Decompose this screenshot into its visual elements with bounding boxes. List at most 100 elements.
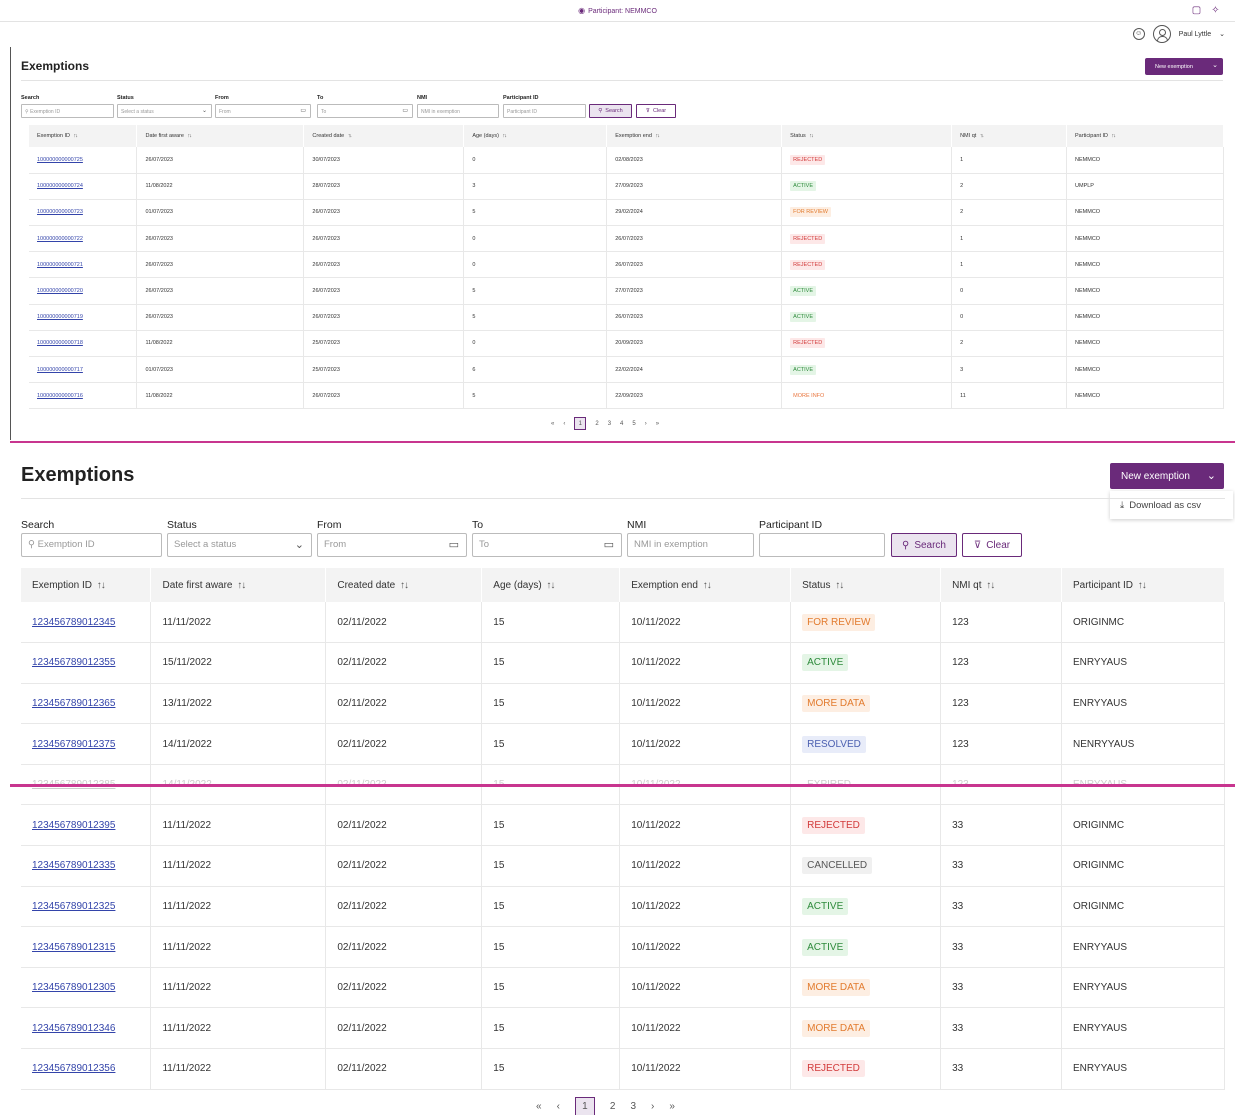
table-row[interactable]: 100000000000722 26/07/2023 26/07/2023 0 26/0… bbox=[29, 225, 1224, 253]
face-icon[interactable]: ☺ bbox=[1132, 28, 1145, 40]
search-input[interactable]: ⚲ Exemption ID bbox=[21, 533, 162, 557]
sort-icon[interactable]: ↑↓ bbox=[809, 133, 814, 139]
table-row[interactable]: 123456789012325 11/11/2022 02/11/2022 15 10/… bbox=[21, 886, 1226, 928]
exemption-id-link[interactable]: 100000000000717 bbox=[37, 367, 83, 373]
calendar-icon[interactable]: ▭ bbox=[402, 107, 408, 114]
sort-icon[interactable]: ↑↓ bbox=[833, 580, 844, 591]
status-select[interactable]: Select a status ⌄ bbox=[117, 104, 212, 118]
sort-icon[interactable]: ↑↓ bbox=[701, 580, 712, 591]
sort-icon[interactable]: ↑↓ bbox=[655, 133, 660, 139]
exemption-id-link[interactable]: 123456789012325 bbox=[32, 901, 115, 912]
sort-icon[interactable]: ↑↓ bbox=[95, 580, 106, 591]
page-button[interactable]: 1 bbox=[574, 417, 587, 430]
search-button[interactable]: ⚲ Search bbox=[891, 533, 957, 557]
column-header[interactable]: NMI qt ↑↓ bbox=[940, 568, 1062, 602]
first-page-icon[interactable]: « bbox=[551, 421, 554, 427]
page-button[interactable]: 4 bbox=[620, 421, 623, 427]
first-page-icon[interactable]: « bbox=[536, 1101, 542, 1112]
exemption-id-link[interactable]: 123456789012335 bbox=[32, 860, 115, 871]
download-csv-menu-item[interactable]: ⤓ Download as csv bbox=[1110, 491, 1233, 519]
exemption-id-link[interactable]: 123456789012346 bbox=[32, 1023, 115, 1034]
to-date-input[interactable]: To ▭ bbox=[472, 533, 622, 557]
calendar-icon[interactable]: ▭ bbox=[449, 538, 459, 551]
to-date-input[interactable]: To ▭ bbox=[317, 104, 413, 118]
column-header[interactable]: Date first aware ↑↓ bbox=[150, 568, 327, 602]
table-row[interactable]: 100000000000721 26/07/2023 26/07/2023 0 26/0… bbox=[29, 251, 1224, 279]
last-page-icon[interactable]: » bbox=[656, 421, 659, 427]
table-row[interactable]: 123456789012335 11/11/2022 02/11/2022 15 10/… bbox=[21, 845, 1226, 887]
column-header[interactable]: Age (days) ↑↓ bbox=[481, 568, 621, 602]
calendar-icon[interactable]: ▭ bbox=[604, 538, 614, 551]
exemption-id-link[interactable]: 100000000000721 bbox=[37, 262, 83, 268]
clear-button[interactable]: ⊽ Clear bbox=[636, 104, 676, 118]
from-date-input[interactable]: From ▭ bbox=[317, 533, 467, 557]
table-row[interactable]: 123456789012345 11/11/2022 02/11/2022 15 10/… bbox=[21, 602, 1226, 644]
column-header[interactable]: NMI qt ↑↓ bbox=[951, 125, 1068, 147]
last-page-icon[interactable]: » bbox=[669, 1101, 675, 1112]
exemption-id-link[interactable]: 100000000000716 bbox=[37, 393, 83, 399]
column-header[interactable]: Exemption ID ↑↓ bbox=[21, 568, 152, 602]
column-header[interactable]: Created date ↑↓ bbox=[325, 568, 483, 602]
sort-icon[interactable]: ↑↓ bbox=[1136, 580, 1147, 591]
column-header[interactable]: Exemption ID ↑↓ bbox=[29, 125, 138, 147]
new-exemption-button[interactable]: New exemption ⌄ bbox=[1145, 58, 1223, 75]
participant-id-input[interactable]: Participant ID bbox=[503, 104, 586, 118]
exemption-id-link[interactable]: 100000000000718 bbox=[37, 340, 83, 346]
participant-id-input[interactable] bbox=[759, 533, 885, 557]
exemption-id-link[interactable]: 100000000000723 bbox=[37, 209, 83, 215]
column-header[interactable]: Created date ↑↓ bbox=[303, 125, 465, 147]
user-name[interactable]: Paul Lyttle bbox=[1179, 31, 1211, 38]
exemption-id-link[interactable]: 100000000000722 bbox=[37, 236, 83, 242]
table-row[interactable]: 100000000000725 26/07/2023 30/07/2023 0 02/0… bbox=[29, 147, 1224, 174]
page-button[interactable]: 2 bbox=[595, 421, 598, 427]
next-page-icon[interactable]: › bbox=[645, 421, 647, 427]
table-row[interactable]: 100000000000719 26/07/2023 26/07/2023 5 26/0… bbox=[29, 304, 1224, 331]
exemption-id-link[interactable]: 123456789012375 bbox=[32, 739, 115, 750]
exemption-id-link[interactable]: 123456789012356 bbox=[32, 1063, 115, 1074]
column-header[interactable]: Status ↑↓ bbox=[781, 125, 953, 147]
column-header[interactable]: Exemption end ↑↓ bbox=[619, 568, 792, 602]
column-header[interactable]: Participant ID ↑↓ bbox=[1061, 568, 1226, 602]
page-button[interactable]: 2 bbox=[610, 1101, 616, 1112]
sort-icon[interactable]: ↑↓ bbox=[347, 133, 353, 139]
page-button[interactable]: 3 bbox=[630, 1101, 636, 1112]
next-page-icon[interactable]: › bbox=[651, 1101, 654, 1112]
new-exemption-button[interactable]: New exemption ⌄ bbox=[1110, 463, 1224, 489]
table-row[interactable]: 123456789012375 14/11/2022 02/11/2022 15 10/… bbox=[21, 723, 1226, 765]
chevron-down-icon[interactable]: ⌄ bbox=[1219, 30, 1225, 38]
sort-icon[interactable]: ↑↓ bbox=[398, 580, 409, 591]
sort-icon[interactable]: ↑↓ bbox=[236, 580, 246, 591]
sort-icon[interactable]: ↑↓ bbox=[979, 133, 985, 139]
clear-button[interactable]: ⊽ Clear bbox=[962, 533, 1022, 557]
sort-icon[interactable]: ↑↓ bbox=[187, 133, 193, 139]
column-header[interactable]: Status ↑↓ bbox=[790, 568, 942, 602]
settings-icon[interactable]: ✧ bbox=[1210, 5, 1221, 16]
exemption-id-link[interactable]: 100000000000719 bbox=[37, 314, 83, 320]
table-row[interactable]: 123456789012355 15/11/2022 02/11/2022 15 10/… bbox=[21, 642, 1226, 684]
sort-icon[interactable]: ↑↓ bbox=[73, 133, 79, 139]
sort-icon[interactable]: ↑↓ bbox=[1111, 133, 1117, 139]
sort-icon[interactable]: ↑↓ bbox=[545, 580, 555, 591]
sort-icon[interactable]: ↑↓ bbox=[502, 133, 507, 139]
column-header[interactable]: Date first aware ↑↓ bbox=[136, 125, 305, 147]
table-row[interactable]: 100000000000718 11/08/2022 25/07/2023 0 20/0… bbox=[29, 330, 1224, 358]
page-button[interactable]: 3 bbox=[608, 421, 611, 427]
table-row[interactable]: 100000000000723 01/07/2023 26/07/2023 5 29/0… bbox=[29, 199, 1224, 227]
user-avatar-icon[interactable] bbox=[1152, 25, 1171, 43]
page-button[interactable]: 5 bbox=[632, 421, 635, 427]
table-row[interactable]: 123456789012365 13/11/2022 02/11/2022 15 10/… bbox=[21, 683, 1226, 725]
nmi-input[interactable]: NMI in exemption bbox=[417, 104, 499, 118]
table-row[interactable]: 100000000000717 01/07/2023 25/07/2023 6 22/0… bbox=[29, 356, 1224, 384]
search-input[interactable]: ⚲ Exemption ID bbox=[21, 104, 114, 118]
exemption-id-link[interactable]: 123456789012345 bbox=[32, 617, 115, 628]
table-row[interactable]: 100000000000720 26/07/2023 26/07/2023 5 27/0… bbox=[29, 277, 1224, 305]
table-row[interactable]: 123456789012395 11/11/2022 02/11/2022 15 10/… bbox=[21, 804, 1226, 847]
column-header[interactable]: Age (days) ↑↓ bbox=[463, 125, 608, 147]
exemption-id-link[interactable]: 123456789012305 bbox=[32, 982, 115, 993]
column-header[interactable]: Participant ID ↑↓ bbox=[1066, 125, 1224, 147]
sort-icon[interactable]: ↑↓ bbox=[985, 580, 995, 591]
from-date-input[interactable]: From ▭ bbox=[215, 104, 311, 118]
nmi-input[interactable]: NMI in exemption bbox=[627, 533, 754, 557]
table-row[interactable]: 123456789012305 11/11/2022 02/11/2022 15 10/… bbox=[21, 967, 1226, 1009]
column-header[interactable]: Exemption end ↑↓ bbox=[606, 125, 783, 147]
